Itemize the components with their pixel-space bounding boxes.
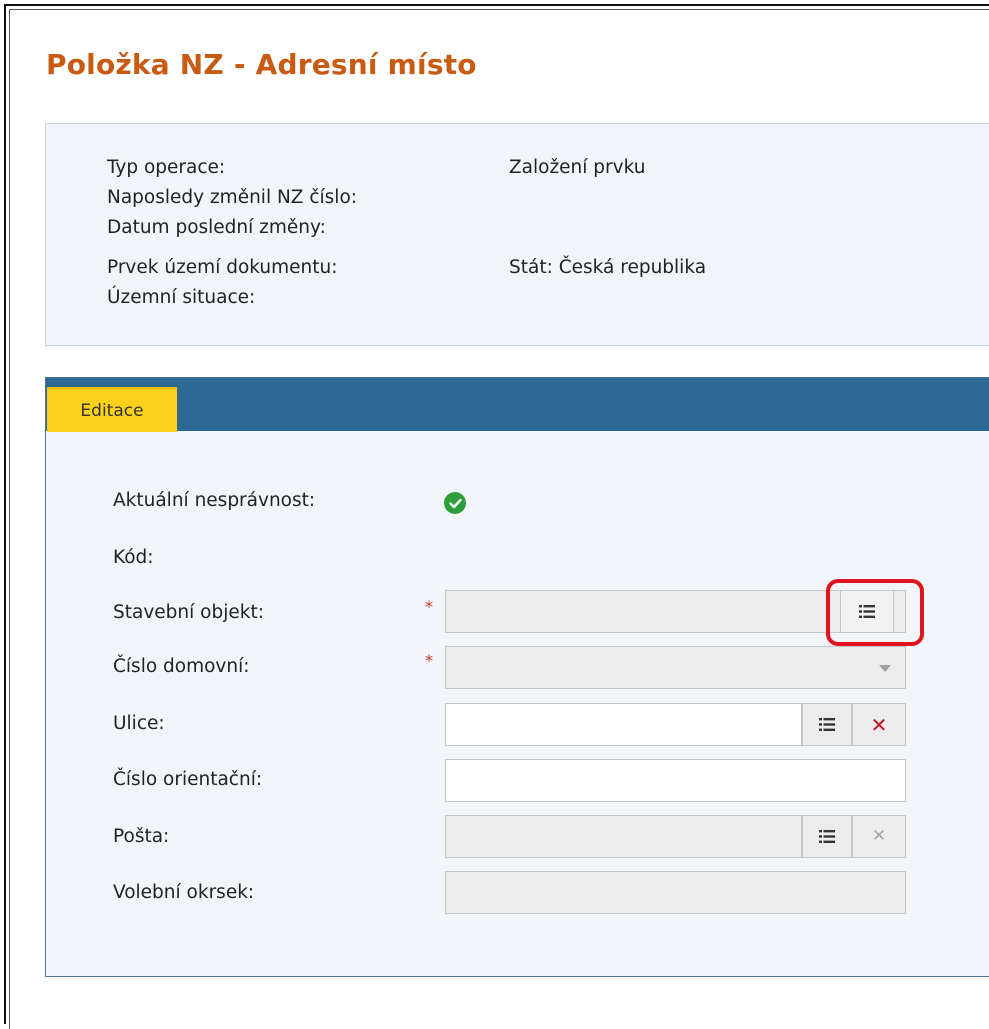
chevron-down-icon[interactable]	[879, 665, 891, 672]
ulice-clear-button[interactable]: ✕	[852, 703, 906, 746]
posta-input[interactable]	[445, 815, 802, 858]
required-marker: *	[425, 651, 433, 670]
info-label-prvek-uzemi: Prvek území dokumentu:	[107, 257, 338, 278]
close-icon: ✕	[870, 712, 888, 737]
info-label-naposledy-zmenil: Naposledy změnil NZ číslo:	[107, 187, 358, 208]
label-posta: Pošta:	[113, 826, 170, 847]
ulice-select-button[interactable]	[802, 703, 852, 746]
label-ulice: Ulice:	[113, 713, 165, 734]
label-cislo-domovni: Číslo domovní:	[113, 656, 250, 677]
close-icon: ✕	[871, 826, 887, 846]
required-marker: *	[425, 597, 433, 616]
page-title: Položka NZ - Adresní místo	[46, 48, 477, 81]
info-label-typ-operace: Typ operace:	[107, 157, 226, 178]
check-circle-icon	[444, 492, 466, 514]
posta-clear-button[interactable]: ✕	[852, 815, 906, 858]
info-panel: Typ operace: Založení prvku Naposledy zm…	[45, 123, 989, 346]
label-cislo-orientacni: Číslo orientační:	[113, 769, 263, 790]
posta-select-button[interactable]	[802, 815, 852, 858]
cislo-orientacni-input[interactable]	[445, 759, 906, 802]
label-stavebni-objekt: Stavební objekt:	[113, 602, 264, 623]
info-value-typ-operace: Založení prvku	[509, 157, 646, 178]
ulice-input[interactable]	[445, 703, 802, 746]
tab-editace[interactable]: Editace	[47, 387, 177, 432]
label-aktualni-nespravnost: Aktuální nesprávnost:	[113, 490, 316, 511]
info-value-prvek-uzemi: Stát: Česká republika	[509, 257, 707, 278]
tab-bar: Editace	[46, 378, 989, 432]
info-label-datum-posledni-zmeny: Datum poslední změny:	[107, 217, 326, 238]
cislo-domovni-select[interactable]	[445, 646, 906, 689]
label-volebni-okrsek: Volební okrsek:	[113, 882, 255, 903]
label-kod: Kód:	[113, 547, 154, 568]
highlight-annotation	[826, 579, 924, 646]
info-label-uzemni-situace: Územní situace:	[107, 287, 256, 308]
list-icon	[819, 718, 835, 731]
list-icon	[819, 830, 835, 843]
volebni-okrsek-input	[445, 871, 906, 914]
